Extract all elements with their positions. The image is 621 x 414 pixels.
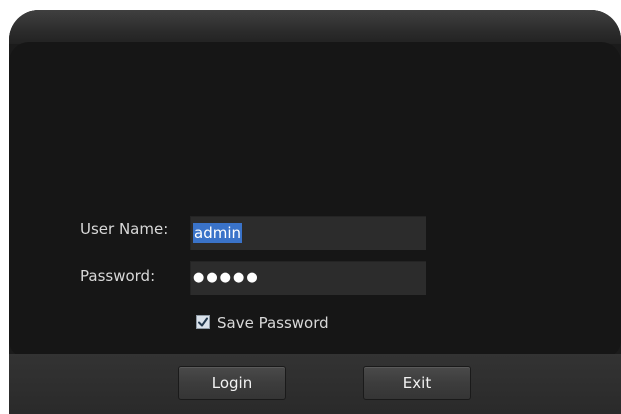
save-password-label[interactable]: Save Password: [217, 314, 329, 332]
password-value[interactable]: ●●●●●: [193, 268, 260, 288]
login-window: User Name: admin Password: ●●●●● Save Pa…: [9, 10, 621, 414]
password-field[interactable]: ●●●●●: [190, 261, 426, 295]
username-field[interactable]: admin: [190, 216, 426, 250]
checkmark-icon: [198, 317, 208, 327]
password-label: Password:: [80, 267, 156, 285]
username-value[interactable]: admin: [193, 223, 242, 243]
exit-button[interactable]: Exit: [363, 366, 471, 400]
username-label: User Name:: [80, 220, 169, 238]
login-panel: [9, 42, 621, 357]
save-password-checkbox[interactable]: [196, 315, 210, 329]
title-bar[interactable]: [9, 10, 621, 44]
login-button[interactable]: Login: [178, 366, 286, 400]
button-bar: [9, 354, 621, 414]
